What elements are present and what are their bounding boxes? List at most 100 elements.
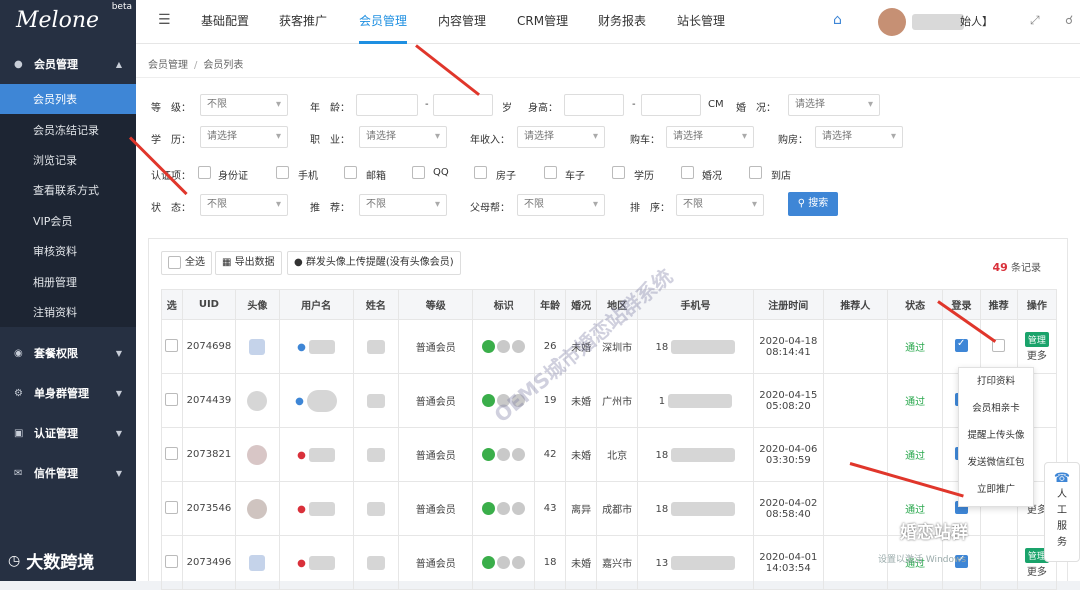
select-all-button[interactable]: 全选 — [161, 251, 212, 275]
sidebar-group-mail[interactable]: ✉ 信件管理 ▼ — [0, 453, 136, 493]
row-checkbox[interactable] — [165, 500, 179, 514]
breadcrumb-item[interactable]: 会员管理 — [148, 60, 188, 71]
cert-checkbox[interactable] — [612, 166, 625, 179]
menu-item-card[interactable]: 会员相亲卡 — [959, 395, 1033, 422]
tab-finance[interactable]: 财务报表 — [598, 0, 646, 44]
user-icon: ● — [14, 58, 23, 70]
edu-select[interactable]: 请选择 — [200, 126, 288, 148]
level-select[interactable]: 不限 — [200, 94, 288, 116]
sidebar-item-vip[interactable]: VIP会员 — [0, 206, 136, 236]
phone-blur — [668, 393, 733, 408]
username-blur[interactable] — [309, 447, 336, 462]
car-select[interactable]: 请选择 — [666, 126, 754, 148]
more-button[interactable]: 更多 — [1027, 567, 1047, 578]
select-all-checkbox[interactable] — [168, 255, 181, 269]
sidebar-group-cert[interactable]: ▣ 认证管理 ▼ — [0, 413, 136, 453]
sidebar-item-frozen[interactable]: 会员冻结记录 — [0, 114, 136, 144]
home-icon[interactable]: ⌂ — [833, 12, 842, 28]
avatar-thumb[interactable] — [247, 498, 268, 519]
status-cell[interactable]: 通过 — [886, 373, 944, 428]
sidebar-item-review[interactable]: 审核资料 — [0, 236, 136, 266]
sidebar-item-cancel[interactable]: 注销资料 — [0, 297, 136, 327]
age-min-input[interactable] — [356, 94, 418, 116]
tab-basic[interactable]: 基础配置 — [201, 0, 249, 44]
col-login: 登录 — [942, 289, 981, 320]
cert-checkbox[interactable] — [344, 166, 357, 179]
search-button[interactable]: ⚲ 搜索 — [788, 192, 838, 216]
gear-icon: ⚙ — [14, 387, 23, 399]
menu-item-promote[interactable]: 立即推广 — [959, 476, 1033, 503]
sidebar-group-package[interactable]: ◉ 套餐权限 ▼ — [0, 333, 136, 373]
cert-icon — [497, 340, 511, 353]
cert-checkbox[interactable] — [544, 166, 557, 179]
cert-checkbox[interactable] — [749, 166, 762, 179]
row-checkbox[interactable] — [165, 338, 179, 352]
sidebar-item-member-list[interactable]: 会员列表 — [0, 84, 136, 115]
recommend-select[interactable]: 不限 — [359, 194, 447, 216]
tab-owner[interactable]: 站长管理 — [677, 0, 725, 44]
row-checkbox[interactable] — [165, 446, 179, 460]
customer-service[interactable]: ☎ 人 工 服 务 — [1044, 462, 1080, 562]
sidebar-group-label: 信件管理 — [34, 467, 78, 481]
avatar[interactable] — [878, 8, 906, 36]
cert-checkbox[interactable] — [412, 166, 425, 179]
row-checkbox[interactable] — [165, 554, 179, 568]
fullscreen-icon[interactable]: ⤢ — [1030, 13, 1040, 28]
tab-promotion[interactable]: 获客推广 — [279, 0, 327, 44]
cert-checkbox[interactable] — [276, 166, 289, 179]
status-cell[interactable]: 通过 — [886, 319, 944, 374]
income-select[interactable]: 请选择 — [517, 126, 605, 148]
username-blur[interactable] — [307, 389, 338, 412]
avatar-thumb[interactable] — [249, 338, 266, 355]
more-button[interactable]: 更多 — [1027, 351, 1047, 362]
menu-item-remind-avatar[interactable]: 提醒上传头像 — [959, 422, 1033, 449]
menu-item-print[interactable]: 打印资料 — [959, 368, 1033, 395]
height-min-input[interactable] — [564, 94, 624, 116]
tab-member[interactable]: 会员管理 — [359, 0, 408, 44]
female-icon: ● — [297, 503, 306, 515]
age-max-input[interactable] — [433, 94, 493, 116]
menu-toggle-icon[interactable]: ☰ — [158, 12, 171, 28]
avatar-thumb[interactable] — [247, 390, 268, 411]
username-blur[interactable] — [309, 339, 336, 354]
username-blur[interactable] — [309, 555, 336, 570]
tab-content[interactable]: 内容管理 — [438, 0, 486, 44]
sidebar-group-label: 单身群管理 — [34, 387, 89, 401]
avatar-thumb[interactable] — [247, 444, 268, 465]
sort-select[interactable]: 不限 — [676, 194, 764, 216]
sidebar-group-single[interactable]: ⚙ 单身群管理 ▼ — [0, 373, 136, 413]
sidebar-item-contacts[interactable]: 查看联系方式 — [0, 175, 136, 205]
row-checkbox[interactable] — [165, 392, 179, 406]
sidebar-group-member[interactable]: ● 会员管理 ▲ — [0, 44, 136, 84]
marriage-select[interactable]: 请选择 — [788, 94, 880, 116]
job-select[interactable]: 请选择 — [359, 126, 447, 148]
sidebar-item-album[interactable]: 相册管理 — [0, 266, 136, 296]
login-checkbox[interactable] — [955, 338, 968, 352]
sidebar-item-browse[interactable]: 浏览记录 — [0, 145, 136, 175]
height-max-input[interactable] — [641, 94, 701, 116]
menu-item-red-packet[interactable]: 发送微信红包 — [959, 449, 1033, 476]
col-age: 年龄 — [534, 289, 567, 320]
status-select[interactable]: 不限 — [200, 194, 288, 216]
tab-crm[interactable]: CRM管理 — [517, 0, 568, 44]
headset-icon[interactable]: ☌ — [1065, 13, 1073, 27]
export-button[interactable]: ▦ 导出数据 — [215, 251, 282, 275]
job-label: 职 业： — [310, 135, 350, 146]
username-blur[interactable] — [309, 501, 336, 516]
house-select[interactable]: 请选择 — [815, 126, 903, 148]
avatar-thumb[interactable] — [249, 554, 266, 571]
edu-label: 学 历： — [151, 135, 191, 146]
referrer-cell — [822, 481, 888, 536]
records-suffix: 条记录 — [1011, 263, 1041, 274]
parent-select[interactable]: 不限 — [517, 194, 605, 216]
badges-cell — [472, 535, 536, 590]
user-role[interactable]: 始人】 — [960, 13, 993, 29]
cert-icon — [497, 556, 511, 569]
cert-checkbox[interactable] — [474, 166, 487, 179]
remind-button[interactable]: ● 群发头像上传提醒(没有头像会员) — [287, 251, 461, 275]
cert-checkbox[interactable] — [198, 166, 211, 179]
uid-cell: 2074698 — [181, 319, 237, 374]
cert-checkbox[interactable] — [681, 166, 694, 179]
manage-button[interactable]: 管理 — [1024, 331, 1049, 347]
status-cell[interactable]: 通过 — [886, 427, 944, 482]
